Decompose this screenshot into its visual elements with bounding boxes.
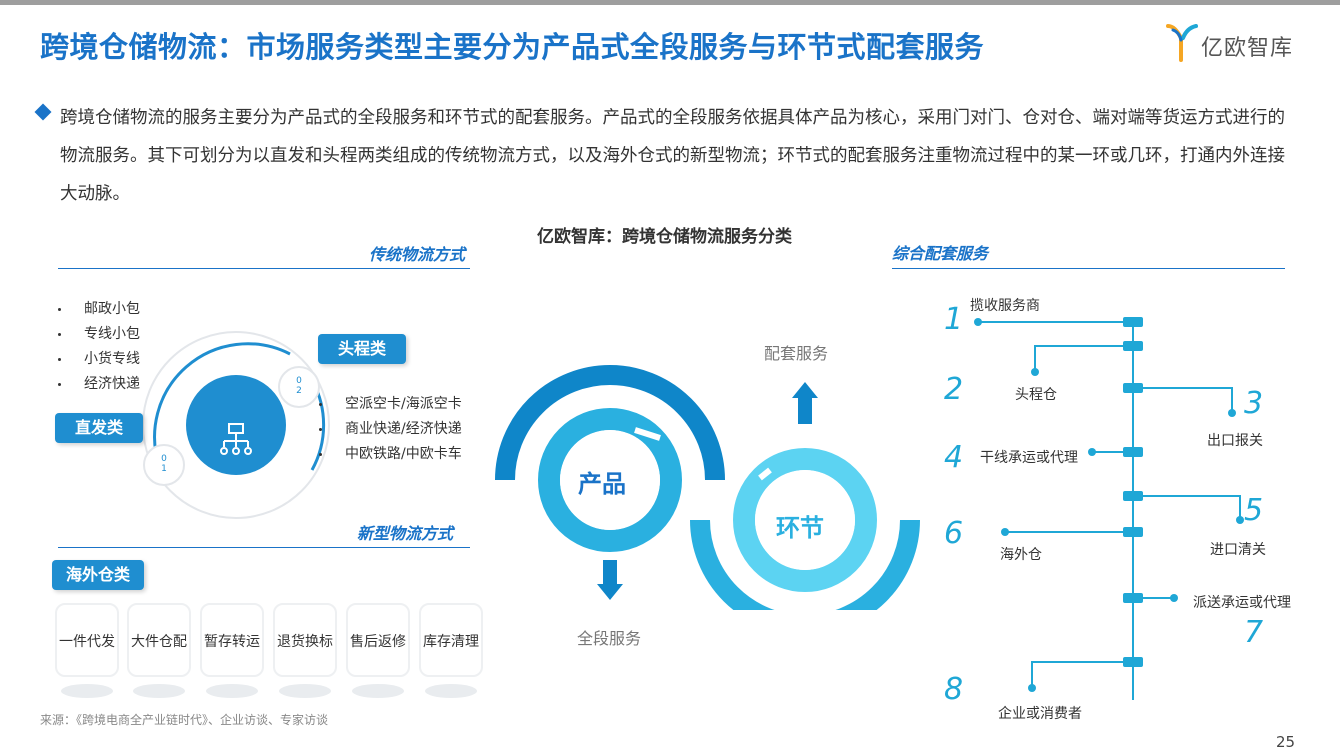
headhaul-item: 空派空卡/海派空卡 [319,392,462,417]
step-number: 7 [1244,615,1264,650]
top-bar [0,0,1340,5]
step-label: 企业或消费者 [998,706,1082,722]
card-shadow [206,684,258,698]
step-number: 4 [944,440,964,475]
step-label: 进口清关 [1210,542,1266,558]
overseas-card: 一件代发 [55,603,119,677]
traditional-divider [58,268,470,269]
overseas-card: 库存清理 [419,603,483,677]
direct-tag: 直发类 [55,413,143,443]
direct-item: 小货专线 [58,347,140,372]
step-number: 1 [944,302,964,337]
card-shadow [279,684,331,698]
card-shadow [133,684,185,698]
page-number: 25 [1276,733,1296,751]
overseas-card: 大件仓配 [127,603,191,677]
logo-mark-icon [1166,24,1198,62]
intro-paragraph: 跨境仓储物流的服务主要分为产品式的全段服务和环节式的配套服务。产品式的全段服务依… [60,108,1285,204]
rings-graphic [495,365,920,610]
new-logistics-title: 新型物流方式 [357,524,454,543]
step-number: 6 [944,516,964,551]
arrow-down-icon [597,560,623,600]
step-label: 出口报关 [1207,433,1263,449]
direct-item: 专线小包 [58,322,140,347]
step-number: 2 [944,372,964,407]
step-number: 8 [944,672,964,707]
page-title: 跨境仓储物流：市场服务类型主要分为产品式全段服务与环节式配套服务 [40,30,985,64]
new-divider [58,547,470,548]
source-note: 来源：《跨境电商全产业链时代》、企业访谈、专家访谈 [40,713,329,727]
link-label: 环节 [776,514,824,542]
card-shadow [425,684,477,698]
overseas-tag: 海外仓类 [52,560,144,590]
overseas-card: 暂存转运 [200,603,264,677]
headhaul-items-list: 空派空卡/海派空卡 商业快递/经济快递 中欧铁路/中欧卡车 [319,392,462,467]
supporting-service-label: 配套服务 [764,344,829,363]
marker-01: 0 1 [161,454,167,474]
brand-logo: 亿欧智库 [1165,22,1315,66]
logo-text: 亿欧智库 [1201,36,1294,61]
step-label: 干线承运或代理 [980,450,1078,466]
card-shadow [61,684,113,698]
overseas-card: 售后返修 [346,603,410,677]
product-label: 产品 [578,470,626,498]
step-label: 揽收服务商 [970,298,1040,314]
card-shadow [352,684,404,698]
full-service-label: 全段服务 [577,629,642,648]
overseas-card: 退货换标 [273,603,337,677]
step-label: 海外仓 [1000,547,1042,563]
traditional-logistics-title: 传统物流方式 [369,245,466,264]
timeline-graphic [974,317,1244,700]
direct-item: 经济快递 [58,372,140,397]
headhaul-tag: 头程类 [318,334,406,364]
step-label: 头程仓 [1015,387,1057,403]
step-number: 5 [1244,493,1264,528]
headhaul-item: 商业快递/经济快递 [319,417,462,442]
marker-02: 0 2 [296,376,302,396]
supporting-title: 综合配套服务 [892,244,989,263]
direct-items-list: 邮政小包 专线小包 小货专线 经济快递 [58,297,140,397]
supporting-divider [892,268,1285,269]
step-number: 3 [1244,386,1264,421]
headhaul-item: 中欧铁路/中欧卡车 [319,442,462,467]
direct-item: 邮政小包 [58,297,140,322]
diagram-title: 亿欧智库：跨境仓储物流服务分类 [537,227,792,247]
step-label: 派送承运或代理 [1193,595,1291,611]
arrow-up-icon [792,382,818,424]
intro-bullet-icon [34,103,52,121]
